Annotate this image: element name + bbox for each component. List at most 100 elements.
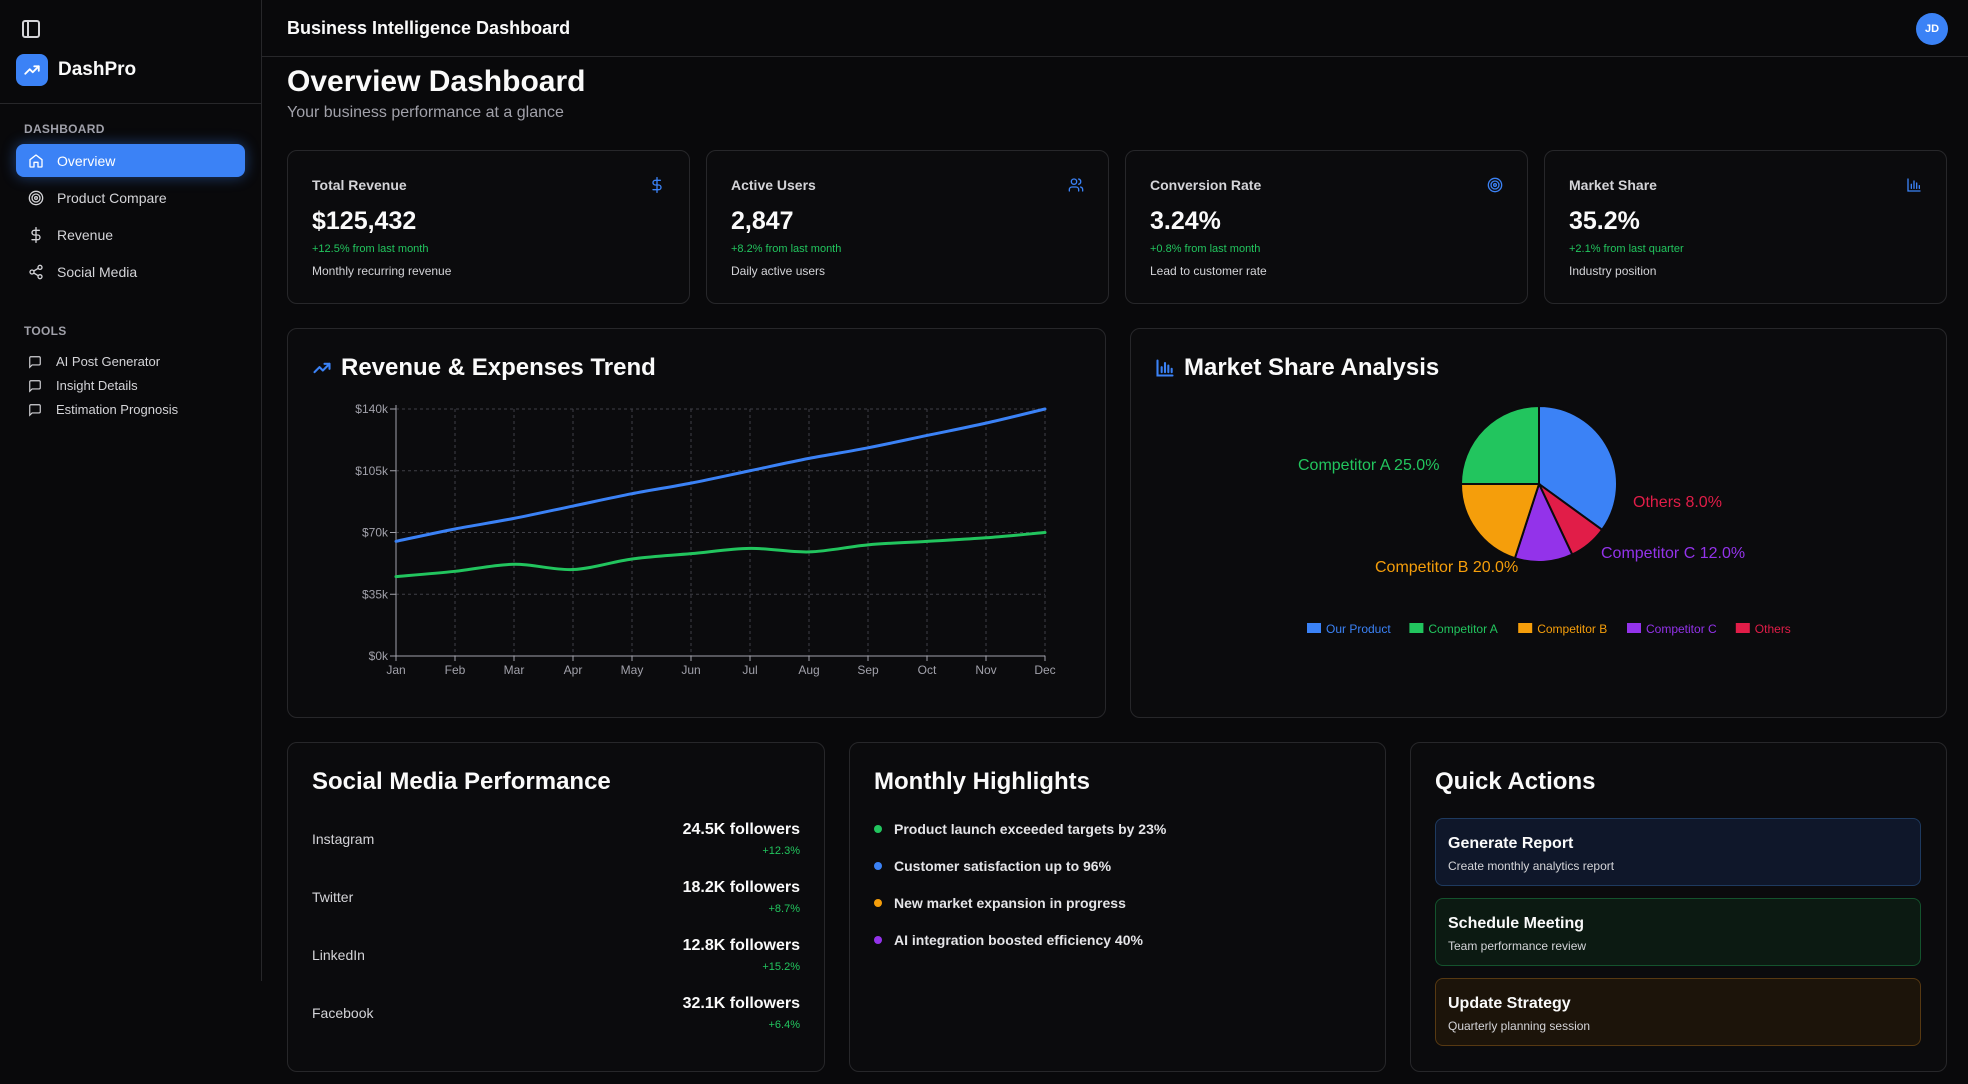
x-tick-label: Feb	[445, 663, 466, 677]
social-name: Instagram	[312, 831, 375, 847]
brand-name: DashPro	[58, 59, 137, 80]
legend-swatch	[1627, 623, 1641, 633]
legend-label: Competitor A	[1428, 622, 1497, 636]
social-row-twitter: Twitter 18.2K followers +8.7%	[312, 879, 800, 919]
legend-swatch	[1735, 623, 1750, 633]
section-label-tools: TOOLS	[24, 324, 67, 338]
action-desc: Create monthly analytics report	[1448, 859, 1615, 873]
x-tick-label: Sep	[857, 663, 879, 677]
tool-ai-post-generator[interactable]: AI Post Generator	[28, 354, 160, 369]
pie-label: Others 8.0%	[1633, 494, 1722, 511]
y-tick-label: $0k	[369, 649, 389, 663]
x-tick-label: Aug	[798, 663, 819, 677]
legend-label: Others	[1755, 622, 1791, 636]
social-growth: +12.3%	[762, 845, 800, 857]
pie-slice-competitor-a	[1459, 404, 1540, 485]
message-icon	[29, 403, 41, 417]
sidebar-border	[261, 0, 262, 981]
market-share-card: Market Share Analysis Others 8.0% Competi…	[1130, 328, 1947, 718]
message-icon	[29, 379, 41, 393]
social-followers: 32.1K followers	[682, 995, 800, 1012]
pie-label: Competitor C 12.0%	[1601, 545, 1745, 562]
stat-desc: Industry position	[1569, 264, 1657, 278]
sidebar-item-social-media[interactable]: Social Media	[16, 255, 245, 288]
tool-insight-details[interactable]: Insight Details	[28, 378, 138, 393]
stat-value: 3.24%	[1150, 207, 1221, 235]
stat-card-active-users: Active Users 2,847 +8.2% from last month…	[706, 150, 1109, 304]
highlight-item: AI integration boosted efficiency 40%	[874, 932, 1143, 948]
stat-card-market-share: Market Share 35.2% +2.1% from last quart…	[1544, 150, 1947, 304]
x-tick-label: Dec	[1034, 663, 1055, 677]
x-tick-label: May	[621, 663, 644, 677]
social-row-linkedin: LinkedIn 12.8K followers +15.2%	[312, 937, 800, 977]
share-icon	[29, 264, 43, 279]
legend-label: Competitor C	[1646, 622, 1717, 636]
stat-change: +8.2% from last month	[731, 243, 842, 255]
sidebar-item-overview[interactable]: Overview	[16, 144, 245, 177]
x-tick-label: Jun	[681, 663, 700, 677]
revenue-chart-card: Revenue & Expenses Trend $0k $35k $70k $105…	[287, 328, 1106, 718]
update-strategy-button[interactable]: Update Strategy Quarterly planning sessi…	[1435, 978, 1921, 1046]
legend-swatch	[1409, 623, 1424, 633]
action-title: Update Strategy	[1448, 995, 1571, 1012]
brand[interactable]: DashPro	[16, 54, 136, 86]
revenue-line-chart: $0k $35k $70k $105k $140k Jan Feb Mar Apr May Jun J…	[355, 402, 1055, 677]
bullet-dot	[874, 825, 882, 833]
highlight-text: AI integration boosted efficiency 40%	[894, 932, 1143, 948]
sidebar-item-product-compare[interactable]: Product Compare	[16, 181, 245, 214]
action-desc: Quarterly planning session	[1448, 1019, 1591, 1033]
header-title: Business Intelligence Dashboard	[287, 18, 571, 38]
stat-label: Conversion Rate	[1150, 177, 1262, 193]
dollar-icon	[31, 226, 41, 243]
stat-label: Total Revenue	[312, 177, 407, 193]
y-tick-label: $70k	[362, 526, 389, 540]
avatar[interactable]: JD	[1916, 13, 1948, 45]
page-title: Overview Dashboard	[287, 65, 586, 98]
sidebar-item-label: Social Media	[57, 263, 138, 280]
pie-label: Competitor A 25.0%	[1298, 457, 1439, 474]
social-title: Social Media Performance	[312, 768, 611, 795]
dollar-icon	[652, 177, 662, 193]
x-tick-label: Mar	[504, 663, 525, 677]
divider	[0, 103, 262, 104]
social-row-facebook: Facebook 32.1K followers +6.4%	[312, 995, 800, 1035]
sidebar: DashPro DASHBOARD Overview Product Compa…	[0, 0, 262, 1084]
y-tick-label: $35k	[362, 587, 389, 601]
social-name: Twitter	[312, 889, 354, 905]
stat-change: +12.5% from last month	[312, 243, 429, 255]
generate-report-button[interactable]: Generate Report Create monthly analytics…	[1435, 818, 1921, 886]
stat-change: +0.8% from last month	[1150, 243, 1261, 255]
stat-label: Market Share	[1569, 177, 1657, 193]
highlight-text: Product launch exceeded targets by 23%	[894, 821, 1167, 837]
highlight-item: New market expansion in progress	[874, 895, 1126, 911]
action-desc: Team performance review	[1448, 939, 1587, 953]
stat-label: Active Users	[731, 177, 816, 193]
stat-desc: Lead to customer rate	[1150, 264, 1267, 278]
bar-chart-icon	[1907, 178, 1921, 192]
legend-label: Our Product	[1326, 622, 1391, 636]
stat-desc: Monthly recurring revenue	[312, 264, 452, 278]
page-subtitle: Your business performance at a glance	[287, 104, 564, 121]
series-line-1	[394, 531, 1047, 579]
action-title: Schedule Meeting	[1448, 915, 1585, 932]
social-followers: 18.2K followers	[682, 879, 800, 896]
stat-value: 2,847	[731, 207, 794, 235]
y-tick-label: $105k	[355, 464, 389, 478]
tool-label: AI Post Generator	[56, 354, 161, 369]
sidebar-item-revenue[interactable]: Revenue	[16, 218, 245, 251]
social-row-instagram: Instagram 24.5K followers +12.3%	[312, 821, 800, 861]
tool-label: Insight Details	[56, 378, 138, 393]
social-name: Facebook	[312, 1005, 374, 1021]
tool-estimation-prognosis[interactable]: Estimation Prognosis	[28, 402, 178, 417]
x-tick-label: Jul	[742, 663, 757, 677]
x-tick-label: Apr	[564, 663, 583, 677]
sidebar-toggle-icon[interactable]	[22, 20, 40, 38]
social-growth: +8.7%	[768, 903, 801, 915]
social-media-card: Social Media Performance Instagram 24.5K…	[287, 742, 825, 1072]
schedule-meeting-button[interactable]: Schedule Meeting Team performance review	[1435, 898, 1921, 966]
sidebar-item-label: Product Compare	[57, 189, 167, 206]
social-name: LinkedIn	[312, 947, 365, 963]
social-growth: +6.4%	[768, 1019, 801, 1031]
legend-swatch	[1307, 623, 1321, 633]
legend-swatch	[1518, 623, 1533, 633]
